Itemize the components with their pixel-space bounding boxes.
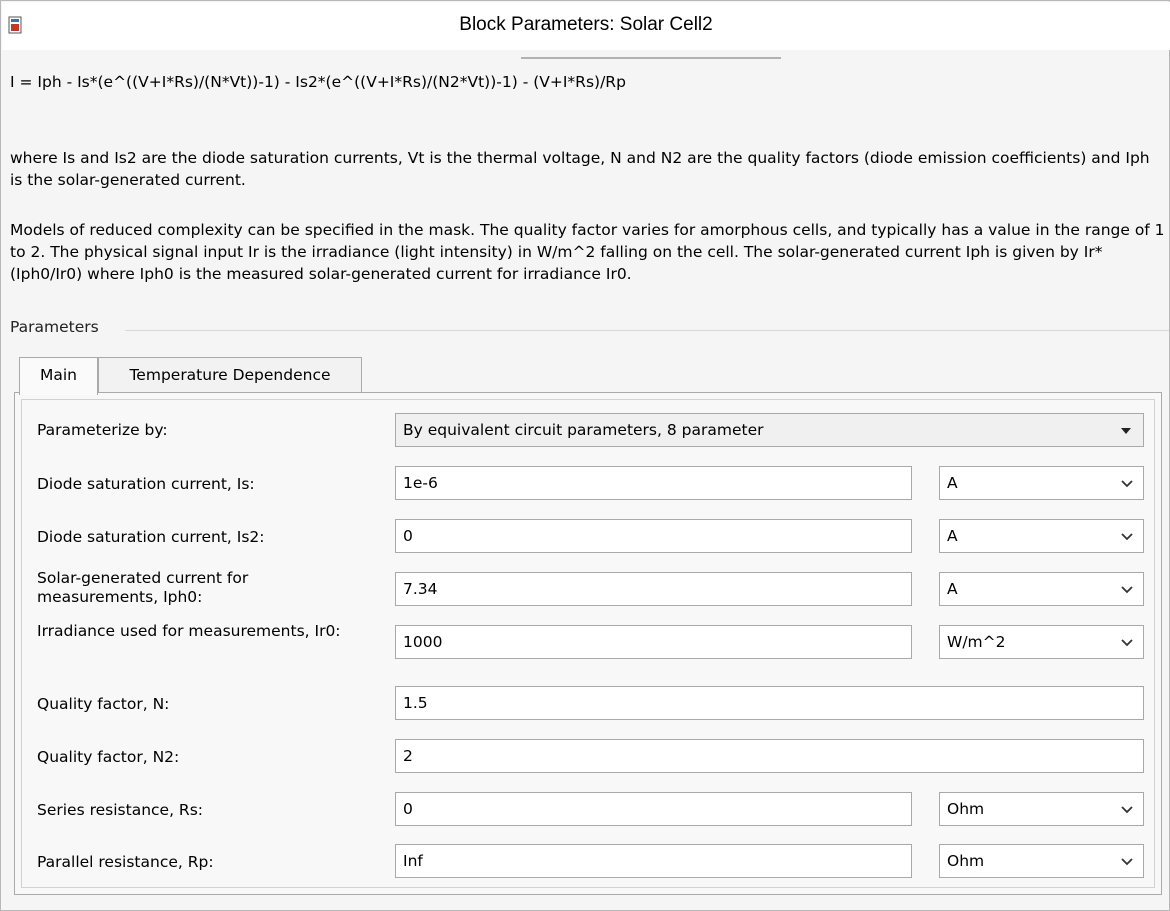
parameterize-by-value: By equivalent circuit parameters, 8 para… — [403, 421, 764, 439]
iph0-label: Solar-generated current for measurements… — [37, 569, 249, 606]
tab-main[interactable]: Main — [19, 357, 98, 395]
equation-text: I = Iph - Is*(e^((V+I*Rs)/(N*Vt))-1) - I… — [10, 73, 626, 91]
chevron-down-icon — [1121, 806, 1133, 814]
rs-label: Series resistance, Rs: — [37, 801, 203, 819]
parameterize-by-select[interactable]: By equivalent circuit parameters, 8 para… — [395, 413, 1144, 447]
parameters-legend: Parameters — [10, 318, 99, 336]
window-title: Block Parameters: Solar Cell2 — [459, 14, 713, 35]
chevron-down-icon — [1121, 858, 1133, 866]
chevron-down-icon — [1121, 480, 1133, 488]
iph0-input[interactable]: 7.34 — [395, 572, 912, 606]
clipped-text-remnant — [521, 57, 781, 65]
iph0-unit-value: A — [947, 580, 958, 598]
ir0-unit-value: W/m^2 — [947, 633, 1006, 651]
is-input[interactable]: 1e-6 — [395, 466, 912, 500]
ir0-unit-select[interactable]: W/m^2 — [939, 625, 1144, 659]
tab-temperature-dependence[interactable]: Temperature Dependence — [98, 357, 362, 393]
rs-unit-select[interactable]: Ohm — [939, 792, 1144, 826]
is2-unit-value: A — [947, 527, 958, 545]
chevron-down-icon — [1121, 586, 1133, 594]
rp-unit-value: Ohm — [947, 852, 985, 870]
n-label: Quality factor, N: — [37, 695, 170, 713]
rp-label: Parallel resistance, Rp: — [37, 853, 214, 871]
parameterize-by-label: Parameterize by: — [37, 421, 168, 439]
iph0-unit-select[interactable]: A — [939, 572, 1144, 606]
chevron-down-icon — [1121, 639, 1133, 647]
description-paragraph-2: Models of reduced complexity can be spec… — [10, 221, 1165, 283]
rp-input[interactable]: Inf — [395, 844, 912, 878]
is2-unit-select[interactable]: A — [939, 519, 1144, 553]
is-unit-select[interactable]: A — [939, 466, 1144, 500]
is-unit-value: A — [947, 474, 958, 492]
is-label: Diode saturation current, Is: — [37, 475, 255, 493]
n2-label: Quality factor, N2: — [37, 748, 180, 766]
parameters-divider — [125, 330, 1169, 331]
chevron-down-icon — [1121, 533, 1133, 541]
n-input[interactable]: 1.5 — [395, 686, 1144, 720]
rp-unit-select[interactable]: Ohm — [939, 844, 1144, 878]
n2-input[interactable]: 2 — [395, 739, 1144, 773]
ir0-label: Irradiance used for measurements, Ir0: — [37, 622, 341, 640]
ir0-input[interactable]: 1000 — [395, 625, 912, 659]
rs-unit-value: Ohm — [947, 800, 985, 818]
is2-input[interactable]: 0 — [395, 519, 912, 553]
dialog-window: Block Parameters: Solar Cell2 I = Iph - … — [0, 0, 1170, 911]
dropdown-arrow-icon — [1121, 428, 1131, 434]
title-bar: Block Parameters: Solar Cell2 — [2, 2, 1170, 50]
rs-input[interactable]: 0 — [395, 792, 912, 826]
description-paragraph-1: where Is and Is2 are the diode saturatio… — [10, 149, 1150, 189]
is2-label: Diode saturation current, Is2: — [37, 528, 265, 546]
